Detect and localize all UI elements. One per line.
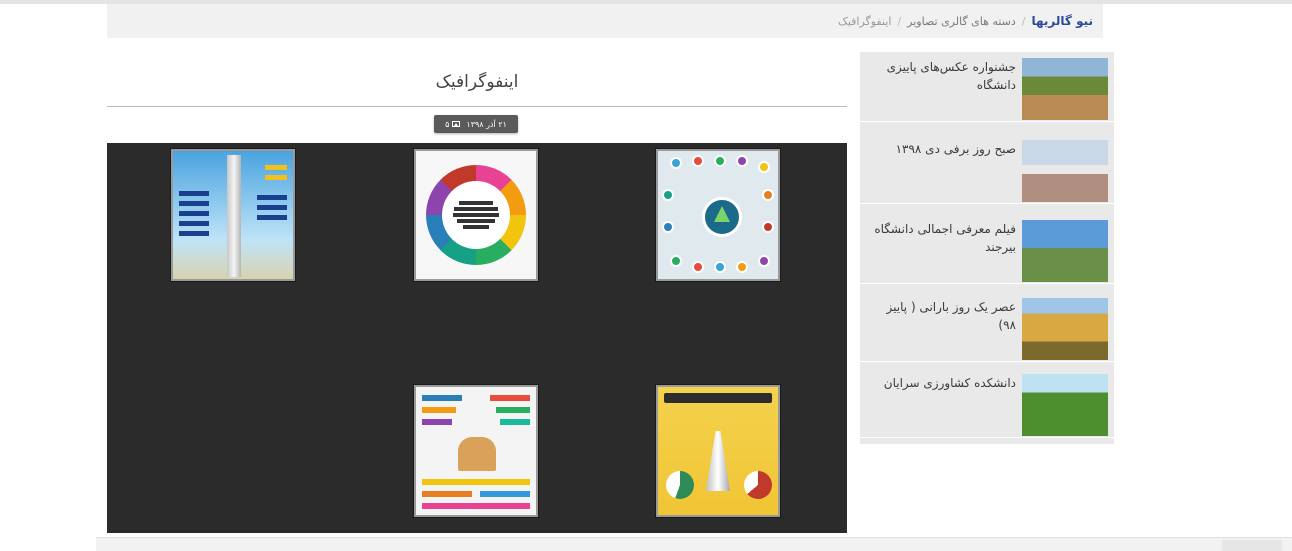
node-icon (736, 261, 748, 273)
gallery-thumbnail[interactable] (414, 385, 538, 517)
sidebar-item-label[interactable]: دانشکده کشاورزی سرایان (870, 374, 1016, 392)
pie-graphic (666, 471, 694, 499)
gallery-thumbnail[interactable] (414, 149, 538, 281)
sidebar-gallery-item[interactable]: جشنواره عکس‌های پاییزی دانشگاه (860, 52, 1114, 122)
breadcrumb-separator: / (1021, 14, 1026, 28)
gallery-panel (107, 143, 847, 533)
gallery-date: ۲۱ آذر ۱۳۹۸ (466, 119, 507, 129)
sidebar-gallery-item[interactable]: دانشکده کشاورزی سرایان (860, 368, 1114, 438)
node-icon (762, 221, 774, 233)
info-bar (500, 419, 530, 425)
related-galleries-sidebar: جشنواره عکس‌های پاییزی دانشگاه صبح روز ب… (860, 52, 1114, 444)
breadcrumb-home-link[interactable]: نیو گالریها (1032, 14, 1094, 28)
node-icon (662, 189, 674, 201)
info-label (179, 231, 209, 236)
info-bar (422, 503, 530, 509)
pie-graphic (744, 471, 772, 499)
info-label (179, 211, 209, 216)
header-band (664, 393, 772, 403)
info-label (257, 205, 287, 210)
gallery-thumbnail[interactable] (1022, 220, 1108, 282)
info-bar (480, 491, 530, 497)
info-label (257, 195, 287, 200)
info-label (179, 201, 209, 206)
footer-button[interactable] (1222, 540, 1282, 551)
info-label (265, 165, 287, 170)
image-count: ۵ (445, 119, 461, 129)
breadcrumb-current: اینفوگرافیک (837, 14, 892, 28)
gallery-thumbnail[interactable] (656, 385, 780, 517)
hub-graphic (702, 197, 742, 237)
node-icon (662, 221, 674, 233)
gallery-thumbnail[interactable] (171, 149, 295, 281)
info-bar (422, 407, 456, 413)
info-bar (422, 491, 472, 497)
footer-left (0, 537, 97, 551)
sidebar-item-label[interactable]: صبح روز برفی دی ۱۳۹۸ (870, 140, 1016, 158)
gallery-thumbnail[interactable] (1022, 140, 1108, 202)
info-label (179, 221, 209, 226)
footer-bar (96, 537, 1292, 551)
breadcrumb-category-link[interactable]: دسته های گالری تصاویر (907, 15, 1016, 28)
node-icon (714, 155, 726, 167)
breadcrumb-separator: / (897, 14, 902, 28)
sidebar-item-label[interactable]: فیلم معرفی اجمالی دانشگاه بیرجند (870, 220, 1016, 256)
node-icon (670, 157, 682, 169)
info-bar (490, 395, 530, 401)
sidebar-item-label[interactable]: عصر یک روز بارانی ( پاییز ۹۸) (870, 298, 1016, 334)
gallery-thumbnail[interactable] (1022, 58, 1108, 120)
gallery-thumbnail[interactable] (656, 149, 780, 281)
info-label (257, 215, 287, 220)
tower-graphic (227, 155, 241, 277)
node-icon (758, 161, 770, 173)
page: نیو گالریها / دسته های گالری تصاویر / ای… (0, 0, 1292, 551)
node-icon (736, 155, 748, 167)
sidebar-gallery-item[interactable]: فیلم معرفی اجمالی دانشگاه بیرجند (860, 214, 1114, 284)
ring-center (442, 181, 510, 249)
node-icon (670, 255, 682, 267)
image-icon (452, 121, 461, 127)
node-icon (692, 261, 704, 273)
info-bar (422, 419, 452, 425)
page-title: اینفوگرافیک (435, 72, 519, 92)
image-count-value: ۵ (445, 119, 450, 129)
node-icon (692, 155, 704, 167)
node-icon (714, 261, 726, 273)
info-bar (422, 395, 462, 401)
info-bar (422, 479, 530, 485)
person-figure (458, 437, 496, 471)
gallery-thumbnail[interactable] (1022, 374, 1108, 436)
sidebar-gallery-item[interactable]: صبح روز برفی دی ۱۳۹۸ (860, 134, 1114, 204)
sidebar-item-label[interactable]: جشنواره عکس‌های پاییزی دانشگاه (870, 58, 1016, 94)
info-bar (496, 407, 530, 413)
title-section: اینفوگرافیک (107, 58, 847, 107)
sidebar-gallery-item[interactable]: عصر یک روز بارانی ( پاییز ۹۸) (860, 292, 1114, 362)
node-icon (762, 189, 774, 201)
info-label (265, 175, 287, 180)
tower-graphic (706, 431, 730, 491)
node-icon (758, 255, 770, 267)
info-label (179, 191, 209, 196)
breadcrumb: نیو گالریها / دسته های گالری تصاویر / ای… (107, 4, 1103, 38)
gallery-thumbnail[interactable] (1022, 298, 1108, 360)
gallery-meta-badge: ۲۱ آذر ۱۳۹۸ ۵ (434, 115, 518, 133)
